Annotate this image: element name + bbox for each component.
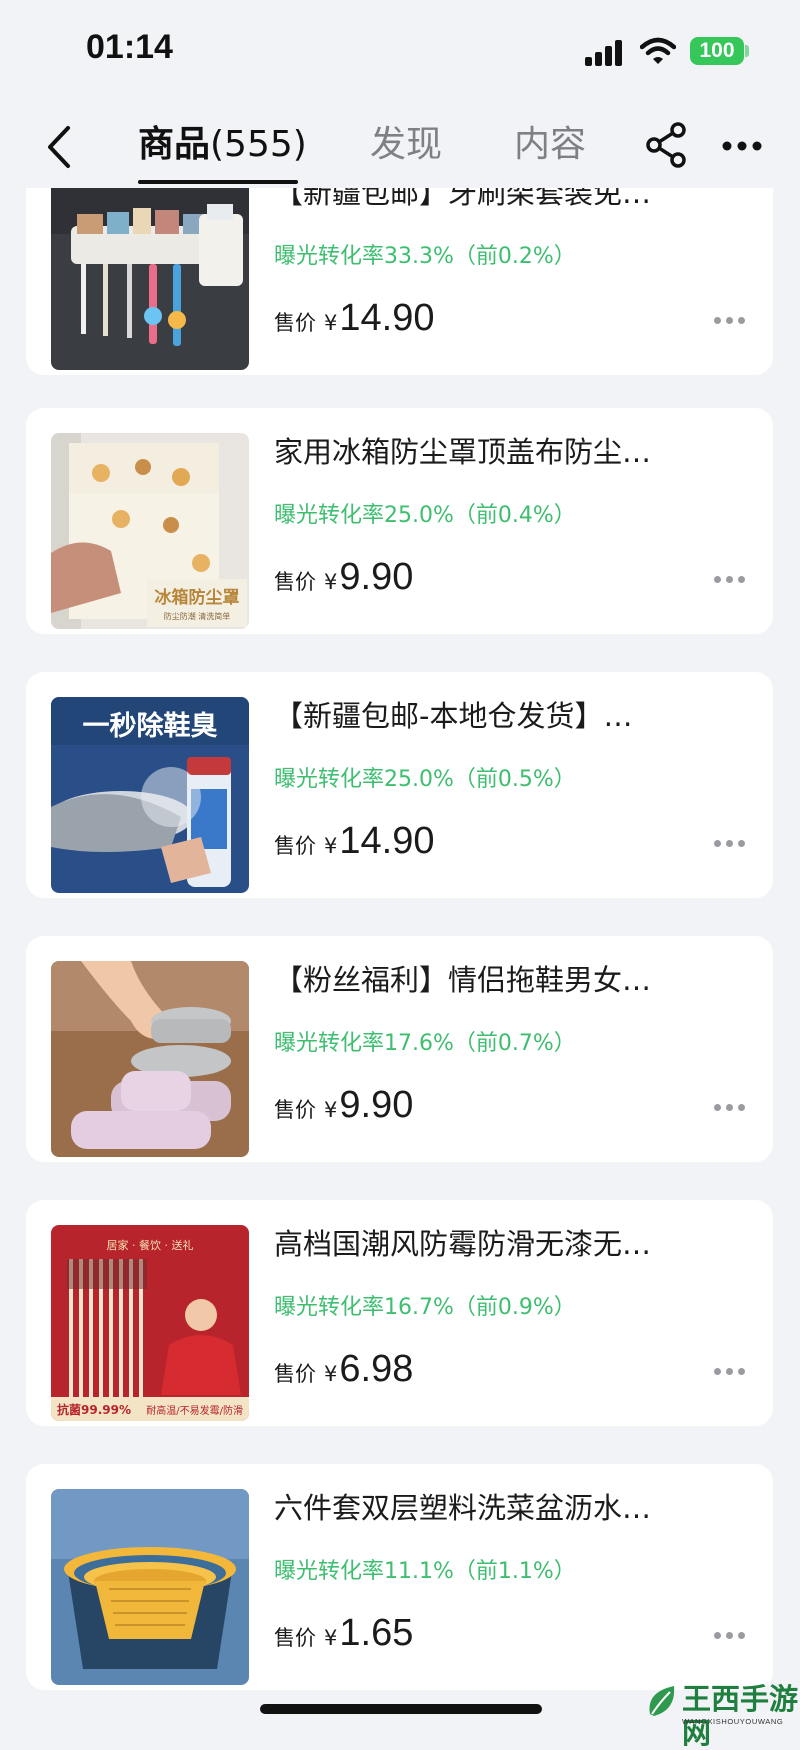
product-image-slippers[interactable] bbox=[51, 961, 249, 1157]
currency-symbol: ¥ bbox=[324, 1098, 338, 1122]
price-row: 售价 ¥14.90 bbox=[274, 297, 434, 340]
price-label: 售价 bbox=[274, 834, 316, 858]
currency-symbol: ¥ bbox=[324, 570, 338, 594]
tab-products[interactable]: 商品(555) bbox=[138, 120, 307, 170]
price-value: 9.90 bbox=[339, 1084, 414, 1126]
product-card[interactable]: 冰箱防尘罩 防尘防潮 清洗简单 家用冰箱防尘罩顶盖布防尘… 曝光转化率25.0%… bbox=[26, 408, 773, 634]
back-chevron-icon[interactable] bbox=[44, 122, 74, 172]
status-bar: 01:14 100 bbox=[0, 0, 800, 108]
conversion-rate: 曝光转化率16.7%（前0.9%） bbox=[274, 1295, 576, 1320]
image-caption-sub: 防尘防潮 清洗简单 bbox=[164, 611, 231, 621]
more-options-icon[interactable] bbox=[714, 838, 746, 848]
currency-symbol: ¥ bbox=[324, 1626, 338, 1650]
product-card[interactable]: 居家 · 餐饮 · 送礼 抗菌99.99% 耐高温/不易发霉/防滑 高档国潮风防… bbox=[26, 1200, 773, 1426]
price-value: 14.90 bbox=[339, 820, 435, 862]
product-title[interactable]: 高档国潮风防霉防滑无漆无… bbox=[274, 1224, 714, 1264]
product-image-toothbrush-holder[interactable] bbox=[51, 174, 249, 370]
product-title[interactable]: 【新疆包邮-本地仓发货】… bbox=[274, 696, 714, 736]
conversion-rate: 曝光转化率11.1%（前1.1%） bbox=[274, 1559, 576, 1584]
price-row: 售价 ¥14.90 bbox=[274, 820, 434, 863]
product-image-colander-set[interactable] bbox=[51, 1489, 249, 1685]
price-value: 1.65 bbox=[339, 1612, 414, 1654]
more-options-icon[interactable] bbox=[714, 1630, 746, 1640]
conversion-rate: 曝光转化率33.3%（前0.2%） bbox=[274, 244, 576, 269]
product-title[interactable]: 【粉丝福利】情侣拖鞋男女… bbox=[274, 960, 714, 1000]
currency-symbol: ¥ bbox=[324, 311, 338, 335]
image-caption: 冰箱防尘罩 bbox=[155, 587, 240, 608]
conversion-rate: 曝光转化率25.0%（前0.5%） bbox=[274, 767, 576, 792]
price-value: 14.90 bbox=[339, 297, 435, 339]
product-title[interactable]: 家用冰箱防尘罩顶盖布防尘… bbox=[274, 432, 714, 472]
tab-discover[interactable]: 发现 bbox=[370, 120, 442, 170]
tab-products-label: 商品 bbox=[138, 124, 211, 165]
battery-tip bbox=[745, 45, 749, 57]
product-image-fridge-cover[interactable]: 冰箱防尘罩 防尘防潮 清洗简单 bbox=[51, 433, 249, 629]
product-title[interactable]: 六件套双层塑料洗菜盆沥水… bbox=[274, 1488, 714, 1528]
conversion-rate: 曝光转化率25.0%（前0.4%） bbox=[274, 503, 576, 528]
watermark: 王西手游网 WANGXISHOUYOUWANG bbox=[640, 1680, 800, 1750]
product-list: 【新疆包邮】牙刷架套装免… 曝光转化率33.3%（前0.2%） 售价 ¥14.90 bbox=[0, 0, 800, 1731]
product-image-shoe-deodorant-spray[interactable]: 一秒除鞋臭 bbox=[51, 697, 249, 893]
more-options-icon[interactable] bbox=[714, 574, 746, 584]
home-indicator[interactable] bbox=[260, 1704, 542, 1714]
product-image-chopsticks[interactable]: 居家 · 餐饮 · 送礼 抗菌99.99% 耐高温/不易发霉/防滑 bbox=[51, 1225, 249, 1421]
wifi-icon bbox=[640, 37, 676, 64]
watermark-subtitle: WANGXISHOUYOUWANG bbox=[682, 1717, 784, 1726]
price-row: 售价 ¥1.65 bbox=[274, 1612, 413, 1655]
price-label: 售价 bbox=[274, 570, 316, 594]
price-label: 售价 bbox=[274, 1098, 316, 1122]
product-card[interactable]: 一秒除鞋臭 【新疆包邮-本地仓发货】… 曝光转化率25.0%（前0.5%） 售价… bbox=[26, 672, 773, 898]
more-options-icon[interactable] bbox=[714, 315, 746, 325]
battery-icon: 100 bbox=[690, 37, 744, 65]
price-row: 售价 ¥9.90 bbox=[274, 1084, 413, 1127]
more-icon[interactable] bbox=[722, 140, 762, 152]
share-icon[interactable] bbox=[646, 122, 688, 168]
signal-icon bbox=[585, 40, 625, 66]
leaf-logo-icon bbox=[649, 1686, 675, 1716]
currency-symbol: ¥ bbox=[324, 1362, 338, 1386]
price-value: 9.90 bbox=[339, 556, 414, 598]
image-caption-bottom: 耐高温/不易发霉/防滑 bbox=[146, 1404, 243, 1417]
status-time: 01:14 bbox=[86, 28, 173, 66]
image-caption-badge: 抗菌99.99% bbox=[57, 1402, 131, 1417]
tab-products-count: (555) bbox=[210, 124, 307, 165]
price-value: 6.98 bbox=[339, 1348, 414, 1390]
nav-bar: 商品(555) 发现 内容 bbox=[0, 108, 800, 188]
price-row: 售价 ¥6.98 bbox=[274, 1348, 413, 1391]
image-caption-top: 居家 · 餐饮 · 送礼 bbox=[107, 1238, 194, 1252]
image-caption: 一秒除鞋臭 bbox=[83, 710, 218, 742]
price-label: 售价 bbox=[274, 311, 316, 335]
price-label: 售价 bbox=[274, 1362, 316, 1386]
more-options-icon[interactable] bbox=[714, 1366, 746, 1376]
tab-content[interactable]: 内容 bbox=[514, 120, 586, 170]
conversion-rate: 曝光转化率17.6%（前0.7%） bbox=[274, 1031, 576, 1056]
watermark-title: 王西手游网 bbox=[682, 1682, 799, 1750]
product-card[interactable]: 六件套双层塑料洗菜盆沥水… 曝光转化率11.1%（前1.1%） 售价 ¥1.65 bbox=[26, 1464, 773, 1690]
more-options-icon[interactable] bbox=[714, 1102, 746, 1112]
price-row: 售价 ¥9.90 bbox=[274, 556, 413, 599]
active-tab-indicator bbox=[138, 180, 298, 184]
product-card[interactable]: 【粉丝福利】情侣拖鞋男女… 曝光转化率17.6%（前0.7%） 售价 ¥9.90 bbox=[26, 936, 773, 1162]
price-label: 售价 bbox=[274, 1626, 316, 1650]
currency-symbol: ¥ bbox=[324, 834, 338, 858]
